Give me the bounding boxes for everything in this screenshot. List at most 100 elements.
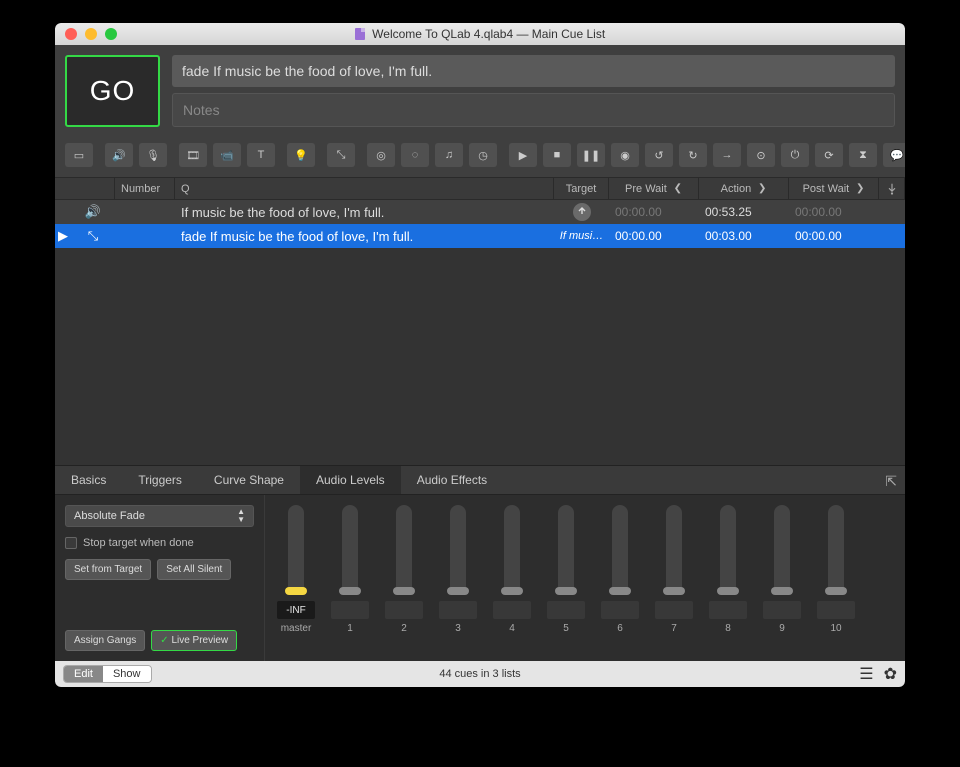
slider-thumb[interactable] bbox=[771, 587, 793, 595]
cue-continue[interactable] bbox=[879, 224, 905, 248]
goto-icon[interactable]: → bbox=[713, 143, 741, 167]
slider-thumb[interactable] bbox=[825, 587, 847, 595]
inspector-tab-curve-shape[interactable]: Curve Shape bbox=[198, 466, 300, 494]
cue-action[interactable]: 00:03.00 bbox=[699, 224, 789, 248]
slider-value[interactable] bbox=[709, 601, 747, 619]
timecode-icon[interactable]: ◷ bbox=[469, 143, 497, 167]
live-preview-button[interactable]: Live Preview bbox=[151, 630, 237, 651]
slider-track[interactable] bbox=[828, 505, 844, 595]
level-slider-1[interactable]: 1 bbox=[331, 505, 369, 657]
memo-icon[interactable]: 💬 bbox=[883, 143, 905, 167]
target-icon[interactable]: ⊙ bbox=[747, 143, 775, 167]
col-arm[interactable] bbox=[879, 178, 905, 199]
load-icon[interactable]: ◉ bbox=[611, 143, 639, 167]
group-icon[interactable]: ▭ bbox=[65, 143, 93, 167]
cue-target[interactable] bbox=[554, 200, 609, 224]
settings-icon[interactable]: ✿ bbox=[884, 664, 897, 684]
level-slider-2[interactable]: 2 bbox=[385, 505, 423, 657]
cue-target[interactable]: If musi… bbox=[554, 224, 609, 248]
cue-postwait[interactable]: 00:00.00 bbox=[789, 200, 879, 224]
slider-thumb[interactable] bbox=[285, 587, 307, 595]
set-from-target-button[interactable]: Set from Target bbox=[65, 559, 151, 580]
slider-track[interactable] bbox=[720, 505, 736, 595]
slider-thumb[interactable] bbox=[609, 587, 631, 595]
cue-row[interactable]: 🔊If music be the food of love, I'm full.… bbox=[55, 200, 905, 224]
inspector-tab-audio-levels[interactable]: Audio Levels bbox=[300, 466, 401, 494]
slider-value[interactable]: -INF bbox=[277, 601, 315, 619]
set-all-silent-button[interactable]: Set All Silent bbox=[157, 559, 231, 580]
assign-gangs-button[interactable]: Assign Gangs bbox=[65, 630, 145, 651]
cue-prewait[interactable]: 00:00.00 bbox=[609, 224, 699, 248]
midi-file-icon[interactable]: ♫ bbox=[435, 143, 463, 167]
zoom-icon[interactable] bbox=[105, 28, 117, 40]
slider-track[interactable] bbox=[666, 505, 682, 595]
slider-value[interactable] bbox=[655, 601, 693, 619]
fade-type-select[interactable]: Absolute Fade ▲▼ bbox=[65, 505, 254, 527]
edit-mode-button[interactable]: Edit bbox=[64, 666, 103, 682]
camera-icon[interactable]: 📹 bbox=[213, 143, 241, 167]
slider-value[interactable] bbox=[385, 601, 423, 619]
notes-input[interactable]: Notes bbox=[172, 93, 895, 127]
fade-icon[interactable]: ⤡ bbox=[327, 143, 355, 167]
cue-number[interactable] bbox=[115, 200, 175, 224]
selected-cue-name-input[interactable]: fade If music be the food of love, I'm f… bbox=[172, 55, 895, 87]
level-slider-4[interactable]: 4 bbox=[493, 505, 531, 657]
popout-icon[interactable]: ⇱ bbox=[885, 473, 897, 490]
inspector-tab-audio-effects[interactable]: Audio Effects bbox=[401, 466, 504, 494]
cue-name[interactable]: If music be the food of love, I'm full. bbox=[175, 200, 554, 224]
col-q[interactable]: Q bbox=[175, 178, 554, 199]
go-button[interactable]: GO bbox=[65, 55, 160, 127]
slider-thumb[interactable] bbox=[339, 587, 361, 595]
slider-thumb[interactable] bbox=[393, 587, 415, 595]
level-slider-10[interactable]: 10 bbox=[817, 505, 855, 657]
col-action[interactable]: Action ❯ bbox=[699, 178, 789, 199]
close-icon[interactable] bbox=[65, 28, 77, 40]
reset-icon[interactable]: ↺ bbox=[645, 143, 673, 167]
audio-icon[interactable]: 🔊 bbox=[105, 143, 133, 167]
slider-value[interactable] bbox=[547, 601, 585, 619]
level-slider-8[interactable]: 8 bbox=[709, 505, 747, 657]
cue-action[interactable]: 00:53.25 bbox=[699, 200, 789, 224]
slider-track[interactable] bbox=[504, 505, 520, 595]
stop-target-checkbox[interactable]: Stop target when done bbox=[65, 537, 254, 549]
slider-thumb[interactable] bbox=[555, 587, 577, 595]
disarm-icon[interactable]: ⟳ bbox=[815, 143, 843, 167]
level-slider-6[interactable]: 6 bbox=[601, 505, 639, 657]
mode-segmented[interactable]: Edit Show bbox=[63, 665, 152, 683]
col-number[interactable]: Number bbox=[115, 178, 175, 199]
level-slider-7[interactable]: 7 bbox=[655, 505, 693, 657]
cue-row[interactable]: ▶⤡fade If music be the food of love, I'm… bbox=[55, 224, 905, 248]
show-mode-button[interactable]: Show bbox=[103, 666, 151, 682]
slider-track[interactable] bbox=[288, 505, 304, 595]
slider-track[interactable] bbox=[612, 505, 628, 595]
slider-track[interactable] bbox=[558, 505, 574, 595]
cue-postwait[interactable]: 00:00.00 bbox=[789, 224, 879, 248]
col-target[interactable]: Target bbox=[554, 178, 609, 199]
devamp-icon[interactable]: ↻ bbox=[679, 143, 707, 167]
slider-value[interactable] bbox=[763, 601, 801, 619]
slider-track[interactable] bbox=[342, 505, 358, 595]
slider-value[interactable] bbox=[439, 601, 477, 619]
slider-thumb[interactable] bbox=[501, 587, 523, 595]
inspector-tab-basics[interactable]: Basics bbox=[55, 466, 122, 494]
go-icon[interactable]: ▶ bbox=[509, 143, 537, 167]
slider-track[interactable] bbox=[450, 505, 466, 595]
list-view-icon[interactable]: ☰ bbox=[859, 664, 873, 684]
cue-list[interactable]: 🔊If music be the food of love, I'm full.… bbox=[55, 200, 905, 248]
slider-track[interactable] bbox=[396, 505, 412, 595]
col-prewait[interactable]: Pre Wait ❮ bbox=[609, 178, 699, 199]
slider-thumb[interactable] bbox=[663, 587, 685, 595]
wait-icon[interactable]: ⧗ bbox=[849, 143, 877, 167]
slider-value[interactable] bbox=[493, 601, 531, 619]
light-icon[interactable]: 💡 bbox=[287, 143, 315, 167]
cue-prewait[interactable]: 00:00.00 bbox=[609, 200, 699, 224]
slider-track[interactable] bbox=[774, 505, 790, 595]
level-slider-3[interactable]: 3 bbox=[439, 505, 477, 657]
stop-icon[interactable]: ■ bbox=[543, 143, 571, 167]
level-slider-5[interactable]: 5 bbox=[547, 505, 585, 657]
pause-icon[interactable]: ❚❚ bbox=[577, 143, 605, 167]
level-slider-master[interactable]: -INFmaster bbox=[277, 505, 315, 657]
video-icon[interactable]: 🎞 bbox=[179, 143, 207, 167]
text-icon[interactable]: T bbox=[247, 143, 275, 167]
cue-list-empty-area[interactable] bbox=[55, 248, 905, 465]
